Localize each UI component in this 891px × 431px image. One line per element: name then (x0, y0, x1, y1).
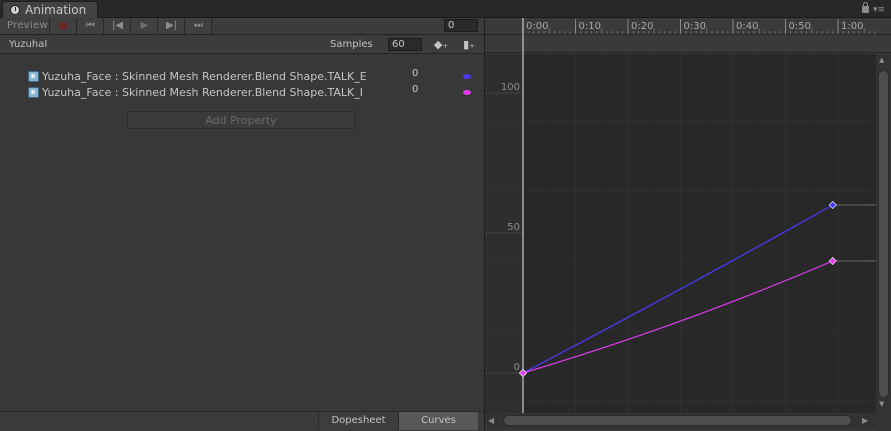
time-tick-label: 0:30 (684, 21, 706, 32)
prev-keyframe-button[interactable]: |◀ (105, 18, 131, 34)
time-tick-label: 0:10 (579, 21, 601, 32)
add-keyframe-button[interactable]: ◆₊ (428, 37, 454, 53)
skinned-mesh-icon (28, 87, 39, 98)
first-keyframe-button[interactable]: ⏮ (78, 18, 104, 34)
preview-button[interactable]: Preview (0, 18, 50, 34)
property-row[interactable]: Yuzuha_Face : Skinned Mesh Renderer.Blen… (28, 67, 478, 85)
next-keyframe-button[interactable]: ▶| (159, 18, 185, 34)
next-key-icon: ▶| (165, 20, 178, 31)
add-property-button[interactable]: Add Property (127, 111, 355, 129)
samples-value: 60 (392, 39, 405, 50)
time-tick-label: 0:40 (736, 21, 758, 32)
value-tick-label: 100 (501, 82, 520, 93)
curve-color-dot (463, 90, 471, 95)
samples-field[interactable]: 60 (388, 38, 422, 51)
add-keyframe-icon: ◆₊ (433, 38, 449, 51)
menu-icon[interactable]: ▾≡ (873, 5, 887, 15)
scroll-down-icon[interactable]: ▼ (879, 398, 889, 410)
property-value[interactable]: 0 (412, 83, 418, 96)
scroll-up-icon[interactable]: ▲ (879, 54, 889, 66)
clip-selector[interactable]: YuzuhaI (9, 38, 47, 51)
view-mode-bar: Dopesheet Curves (0, 411, 484, 431)
current-frame-value: 0 (448, 20, 455, 31)
clock-icon (10, 5, 20, 15)
property-row[interactable]: Yuzuha_Face : Skinned Mesh Renderer.Blen… (28, 83, 478, 101)
property-name: Yuzuha_Face : Skinned Mesh Renderer.Blen… (42, 70, 367, 83)
preview-label: Preview (7, 20, 49, 31)
samples-label: Samples (330, 39, 373, 50)
scroll-left-icon[interactable]: ◀ (488, 414, 498, 428)
vertical-scrollbar[interactable]: ▲ ▼ (876, 54, 891, 414)
play-button[interactable]: ▶ (132, 18, 158, 34)
first-key-icon: ⏮ (86, 20, 95, 31)
time-tick-label: 0:00 (526, 21, 548, 32)
curve-color-dot (463, 74, 471, 79)
scroll-corner (876, 413, 891, 431)
prev-key-icon: |◀ (111, 20, 124, 31)
add-event-icon: ▮₊ (463, 38, 475, 51)
add-property-label: Add Property (205, 114, 277, 127)
property-name: Yuzuha_Face : Skinned Mesh Renderer.Blen… (42, 86, 363, 99)
tab-dopesheet-label: Dopesheet (331, 415, 386, 426)
last-keyframe-button[interactable]: ⏭ (186, 18, 212, 34)
value-tick-label: 0 (514, 362, 520, 373)
time-ticks: 0:00 0:10 0:20 0:30 0:40 0:50 1:00 (522, 19, 876, 34)
clip-row: YuzuhaI Samples 60 ◆₊ ▮₊ (0, 36, 484, 54)
property-value[interactable]: 0 (412, 67, 418, 80)
play-icon: ▶ (140, 20, 149, 31)
time-tick-label: 0:20 (631, 21, 653, 32)
last-key-icon: ⏭ (194, 20, 203, 31)
tab-curves[interactable]: Curves (398, 412, 478, 430)
animation-toolbar: Preview ⏮ |◀ ▶ ▶| ⏭ 0 (0, 18, 484, 35)
record-icon (59, 22, 67, 30)
horizontal-scrollbar[interactable]: ◀ ▶ (485, 413, 876, 429)
animation-tab[interactable]: Animation (2, 1, 98, 18)
tab-dopesheet[interactable]: Dopesheet (318, 412, 398, 430)
lock-icon[interactable] (862, 2, 869, 13)
tab-curves-label: Curves (421, 415, 456, 426)
skinned-mesh-icon (28, 71, 39, 82)
window-tab-strip: Animation ▾≡ (0, 0, 891, 18)
current-frame-field[interactable]: 0 (444, 19, 478, 32)
scroll-right-icon[interactable]: ▶ (862, 414, 872, 428)
curve-editor[interactable]: 0:00 0:10 0:20 0:30 0:40 0:50 1:00 0 50 100 (485, 18, 891, 431)
property-list: Yuzuha_Face : Skinned Mesh Renderer.Blen… (0, 55, 484, 411)
time-tick-label: 1:00 (841, 21, 863, 32)
time-tick-label: 0:50 (789, 21, 811, 32)
horizontal-scroll-thumb[interactable] (503, 415, 852, 426)
value-tick-label: 50 (507, 222, 520, 233)
record-button[interactable] (51, 18, 77, 34)
vertical-scroll-thumb[interactable] (878, 70, 889, 398)
add-event-button[interactable]: ▮₊ (456, 37, 482, 53)
animation-tab-label: Animation (25, 3, 87, 17)
